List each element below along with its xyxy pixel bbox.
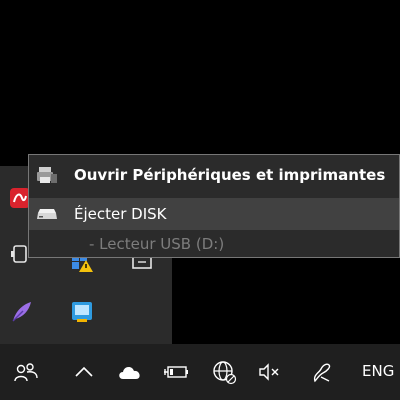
- menu-item-eject-disk[interactable]: Éjecter DISK: [29, 198, 399, 230]
- menu-item-label: Ouvrir Périphériques et imprimantes: [74, 166, 386, 184]
- blue-app-icon[interactable]: [68, 298, 96, 326]
- chevron-up-icon[interactable]: [70, 358, 98, 386]
- language-indicator[interactable]: ENG: [362, 362, 394, 380]
- printer-device-icon: [35, 164, 59, 186]
- purple-feather-icon[interactable]: [8, 298, 36, 326]
- network-globe-icon[interactable]: [210, 358, 238, 386]
- context-menu: Ouvrir Périphériques et imprimantes Éjec…: [28, 154, 400, 258]
- people-icon[interactable]: [12, 358, 40, 386]
- pen-icon[interactable]: [308, 358, 336, 386]
- onedrive-cloud-icon[interactable]: [116, 358, 144, 386]
- menu-separator: [29, 195, 399, 196]
- desktop: Ouvrir Périphériques et imprimantes Éjec…: [0, 0, 400, 400]
- menu-item-label: Éjecter DISK: [74, 205, 167, 223]
- menu-item-open-devices-printers[interactable]: Ouvrir Périphériques et imprimantes: [29, 159, 399, 191]
- speaker-muted-icon[interactable]: [256, 358, 284, 386]
- taskbar: ENG: [0, 344, 400, 400]
- battery-plug-icon[interactable]: [162, 358, 190, 386]
- menu-item-label: - Lecteur USB (D:): [89, 235, 225, 253]
- drive-icon: [35, 203, 59, 225]
- menu-item-usb-drive: - Lecteur USB (D:): [29, 228, 399, 260]
